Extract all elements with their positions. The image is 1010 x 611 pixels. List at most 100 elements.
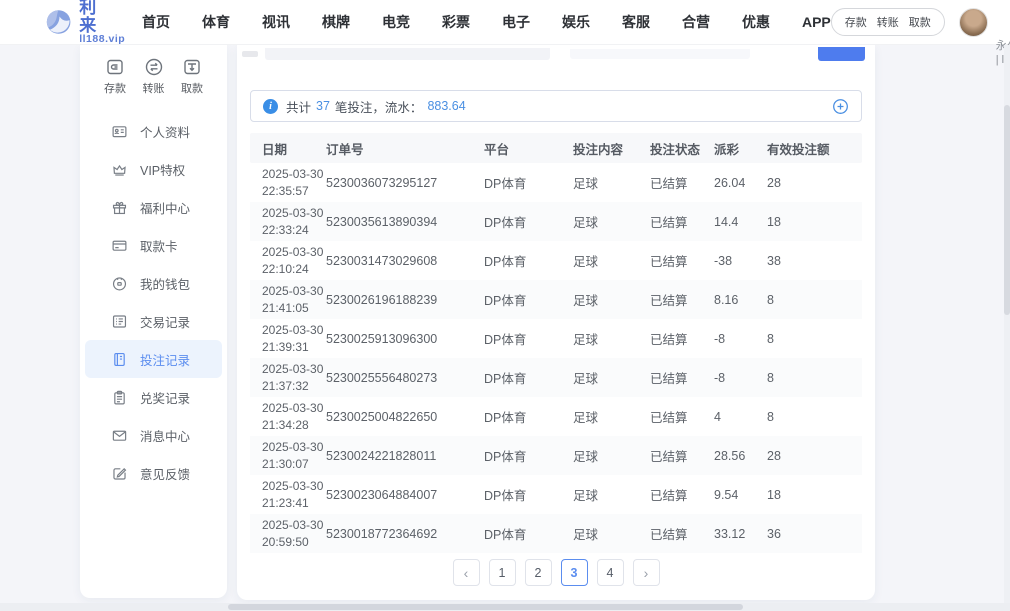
search-button[interactable] bbox=[818, 47, 865, 61]
nav-item[interactable]: 体育 bbox=[202, 12, 230, 32]
filter-label-remnant bbox=[242, 51, 258, 57]
cell-payout: -8 bbox=[714, 332, 767, 346]
nav-item[interactable]: 优惠 bbox=[742, 12, 770, 32]
quick-action-withdraw[interactable]: 取款 bbox=[175, 57, 209, 96]
sidebar-item-my-wallet[interactable]: 我的钱包 bbox=[85, 264, 222, 302]
table-body: 2025-03-3022:35:575230036073295127DP体育足球… bbox=[250, 163, 862, 553]
cell-content: 足球 bbox=[573, 251, 650, 270]
table-row: 2025-03-3021:39:315230025913096300DP体育足球… bbox=[250, 319, 862, 358]
sidebar-item-message-center[interactable]: 消息中心 bbox=[85, 416, 222, 454]
cell-payout: 9.54 bbox=[714, 488, 767, 502]
table-row: 2025-03-3021:41:055230026196188239DP体育足球… bbox=[250, 280, 862, 319]
user-area: anxin3399 总资产： 1363.49元 永久域名： ll188.vip … bbox=[959, 0, 1010, 67]
cell-content: 足球 bbox=[573, 212, 650, 231]
cell-payout: 33.12 bbox=[714, 527, 767, 541]
summary-text-before: 共计 bbox=[286, 97, 311, 116]
column-header: 平台 bbox=[484, 139, 573, 158]
nav-item[interactable]: 电子 bbox=[502, 12, 530, 32]
nav-item[interactable]: 彩票 bbox=[442, 12, 470, 32]
nav-item[interactable]: 客服 bbox=[622, 12, 650, 32]
cell-valid: 18 bbox=[767, 215, 850, 229]
cell-status: 已结算 bbox=[650, 290, 714, 309]
cell-content: 足球 bbox=[573, 329, 650, 348]
page-button-3[interactable]: 3 bbox=[561, 559, 588, 586]
cell-date: 2025-03-3021:37:32 bbox=[262, 361, 326, 393]
cell-content: 足球 bbox=[573, 173, 650, 192]
sidebar-item-transaction-records[interactable]: 交易记录 bbox=[85, 302, 222, 340]
sidebar-item-bet-records[interactable]: 投注记录 bbox=[85, 340, 222, 378]
date-range-input[interactable] bbox=[265, 48, 550, 60]
clipboard-icon bbox=[111, 389, 128, 406]
cell-payout: 4 bbox=[714, 410, 767, 424]
transfer-icon bbox=[144, 57, 164, 77]
cell-order: 5230018772364692 bbox=[326, 527, 484, 541]
cell-valid: 8 bbox=[767, 332, 850, 346]
cell-content: 足球 bbox=[573, 407, 650, 426]
column-header: 派彩 bbox=[714, 139, 767, 158]
nav-item[interactable]: 合营 bbox=[682, 12, 710, 32]
cell-platform: DP体育 bbox=[484, 407, 573, 426]
sidebar-item-profile[interactable]: 个人资料 bbox=[85, 112, 222, 150]
vertical-scrollbar-thumb[interactable] bbox=[1004, 105, 1010, 315]
quick-action-label: 转账 bbox=[143, 80, 165, 96]
flow-value: 883.64 bbox=[427, 99, 465, 113]
cell-date: 2025-03-3021:34:28 bbox=[262, 400, 326, 432]
page-button-2[interactable]: 2 bbox=[525, 559, 552, 586]
nav-item[interactable]: 电竞 bbox=[382, 12, 410, 32]
horizontal-scrollbar[interactable] bbox=[0, 603, 1010, 611]
cell-status: 已结算 bbox=[650, 446, 714, 465]
quick-action-deposit[interactable]: 存款 bbox=[98, 57, 132, 96]
cell-platform: DP体育 bbox=[484, 524, 573, 543]
column-header: 投注状态 bbox=[650, 139, 714, 158]
sidebar-item-redeem-records[interactable]: 兑奖记录 bbox=[85, 378, 222, 416]
crown-icon bbox=[111, 161, 128, 178]
quick-action-transfer[interactable]: 转账 bbox=[137, 57, 171, 96]
id-card-icon bbox=[111, 123, 128, 140]
page-button-4[interactable]: 4 bbox=[597, 559, 624, 586]
bank-card-icon bbox=[111, 237, 128, 254]
cell-order: 5230024221828011 bbox=[326, 449, 484, 463]
cell-status: 已结算 bbox=[650, 485, 714, 504]
cell-content: 足球 bbox=[573, 446, 650, 465]
nav-item[interactable]: APP bbox=[802, 14, 831, 30]
table-row: 2025-03-3022:33:245230035613890394DP体育足球… bbox=[250, 202, 862, 241]
cell-payout: 14.4 bbox=[714, 215, 767, 229]
avatar[interactable] bbox=[959, 8, 988, 37]
prev-page-button[interactable]: ‹ bbox=[453, 559, 480, 586]
vertical-scrollbar[interactable] bbox=[1004, 45, 1010, 603]
pill-action[interactable]: 转账 bbox=[877, 14, 899, 30]
nav-item[interactable]: 首页 bbox=[142, 12, 170, 32]
app-logo[interactable]: 利 来 ll188.vip bbox=[45, 0, 128, 45]
pill-action[interactable]: 存款 bbox=[845, 14, 867, 30]
bet-count: 37 bbox=[316, 99, 330, 113]
cell-order: 5230025556480273 bbox=[326, 371, 484, 385]
filter-tabs-remnant[interactable] bbox=[570, 49, 750, 59]
pill-action[interactable]: 取款 bbox=[909, 14, 931, 30]
table-row: 2025-03-3022:10:245230031473029608DP体育足球… bbox=[250, 241, 862, 280]
sidebar-item-label: 我的钱包 bbox=[140, 274, 190, 293]
cell-payout: 28.56 bbox=[714, 449, 767, 463]
plus-circle-icon[interactable] bbox=[832, 98, 849, 115]
cell-date: 2025-03-3021:39:31 bbox=[262, 322, 326, 354]
page-button-1[interactable]: 1 bbox=[489, 559, 516, 586]
cell-status: 已结算 bbox=[650, 368, 714, 387]
cell-platform: DP体育 bbox=[484, 173, 573, 192]
logo-title: 利 来 bbox=[79, 0, 128, 34]
sidebar-item-feedback[interactable]: 意见反馈 bbox=[85, 454, 222, 492]
main-panel: i 共计 37 笔投注，流水： 883.64 日期订单号平台投注内容投注状态派彩… bbox=[237, 45, 875, 600]
sidebar-item-vip[interactable]: VIP特权 bbox=[85, 150, 222, 188]
cell-date: 2025-03-3021:30:07 bbox=[262, 439, 326, 471]
cell-status: 已结算 bbox=[650, 251, 714, 270]
nav-item[interactable]: 棋牌 bbox=[322, 12, 350, 32]
nav-item[interactable]: 娱乐 bbox=[562, 12, 590, 32]
sidebar-item-welfare-center[interactable]: 福利中心 bbox=[85, 188, 222, 226]
cell-status: 已结算 bbox=[650, 407, 714, 426]
horizontal-scrollbar-thumb[interactable] bbox=[228, 604, 743, 610]
nav-item[interactable]: 视讯 bbox=[262, 12, 290, 32]
sidebar-item-withdraw-card[interactable]: 取款卡 bbox=[85, 226, 222, 264]
next-page-button[interactable]: › bbox=[633, 559, 660, 586]
table-header-row: 日期订单号平台投注内容投注状态派彩有效投注额 bbox=[250, 133, 862, 163]
cell-platform: DP体育 bbox=[484, 368, 573, 387]
cell-date: 2025-03-3022:10:24 bbox=[262, 244, 326, 276]
sidebar-item-label: 交易记录 bbox=[140, 312, 190, 331]
